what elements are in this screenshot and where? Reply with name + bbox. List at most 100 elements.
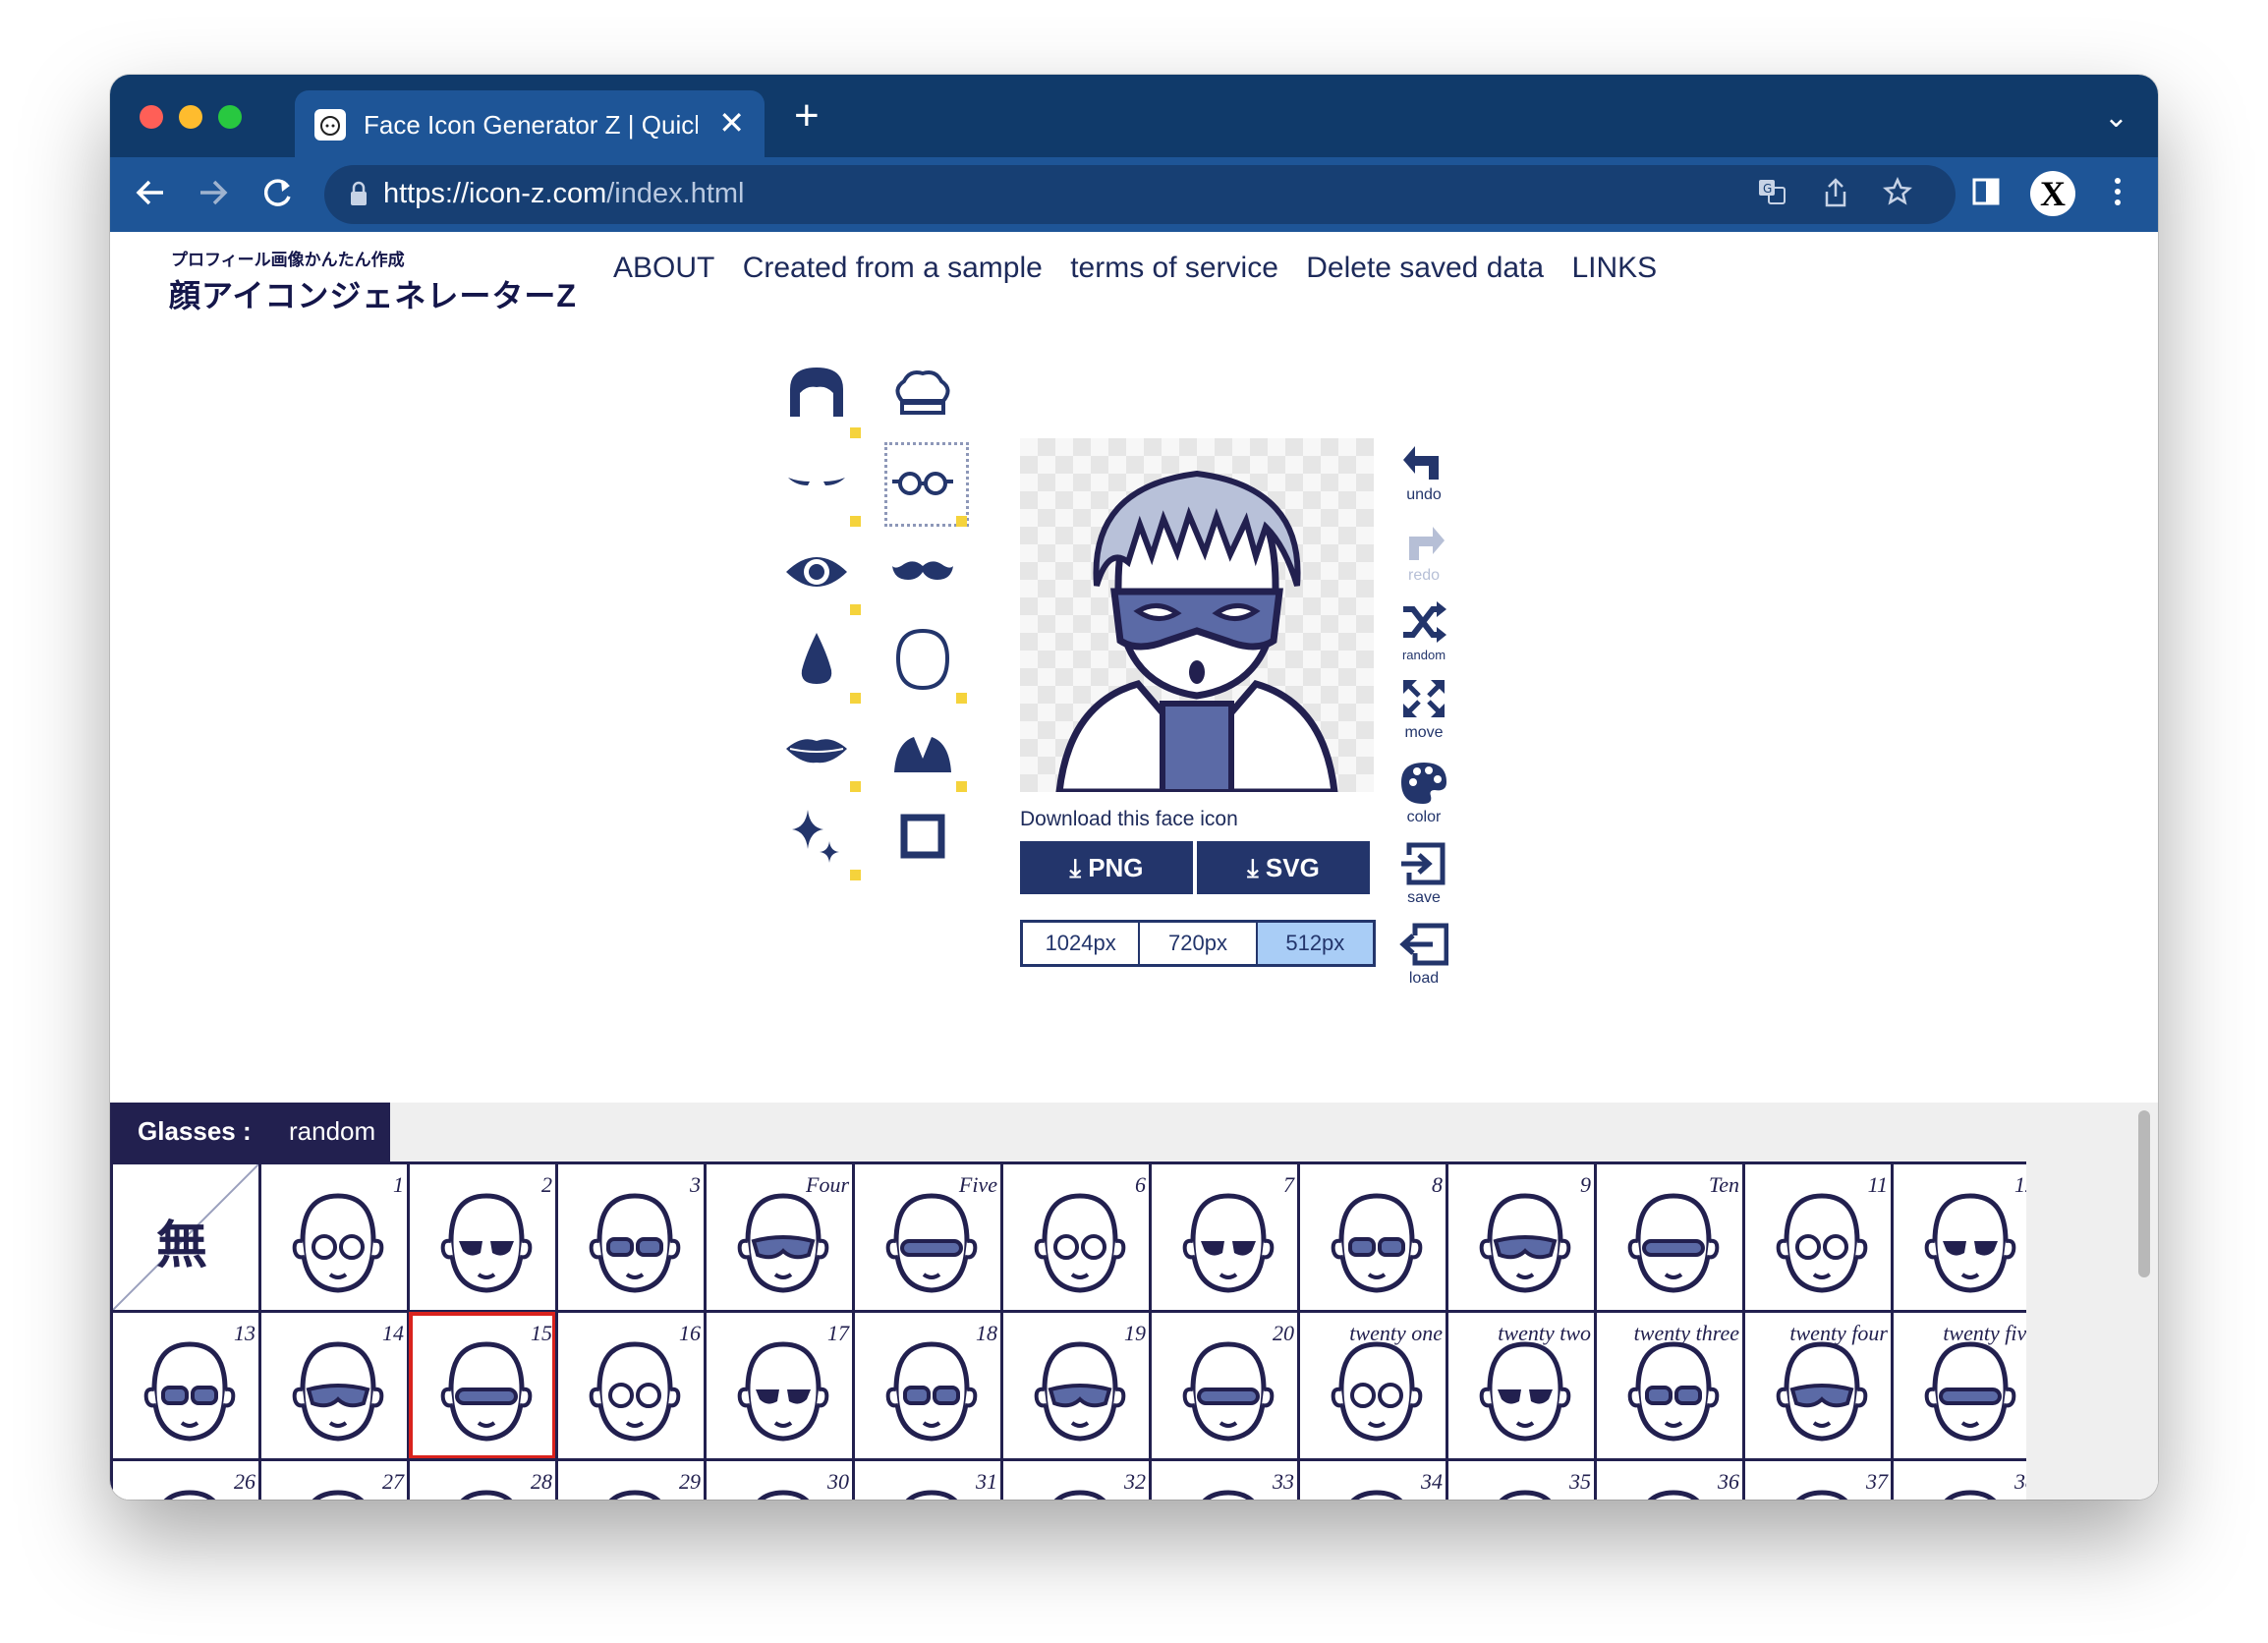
- nav-about[interactable]: ABOUT: [613, 252, 714, 284]
- glasses-option[interactable]: twenty two: [1446, 1310, 1597, 1461]
- color-button[interactable]: color: [1389, 761, 1458, 826]
- face-preview-image: [1055, 470, 1338, 796]
- browser-tab-active[interactable]: Face Icon Generator Z | Quickly ✕: [295, 90, 765, 157]
- glasses-option[interactable]: 28: [407, 1458, 558, 1500]
- part-hair-icon[interactable]: [782, 360, 861, 438]
- glasses-option[interactable]: 33: [1149, 1458, 1300, 1500]
- glasses-option[interactable]: 19: [1000, 1310, 1152, 1461]
- load-button[interactable]: load: [1389, 922, 1458, 988]
- glasses-option[interactable]: 12: [1891, 1161, 2026, 1313]
- glasses-option[interactable]: 37: [1742, 1458, 1894, 1500]
- glasses-option[interactable]: 30: [704, 1458, 855, 1500]
- zoom-window-button[interactable]: [218, 105, 242, 129]
- category-random-button[interactable]: random: [289, 1116, 375, 1147]
- glasses-option[interactable]: Five: [852, 1161, 1003, 1313]
- glasses-option[interactable]: 36: [1594, 1458, 1745, 1500]
- palette-icon: [1401, 763, 1446, 804]
- glasses-option[interactable]: 15: [407, 1310, 558, 1461]
- bookmark-star-icon[interactable]: [1882, 176, 1913, 214]
- address-bar[interactable]: https://icon-z.com/index.html G: [324, 165, 1956, 224]
- size-selector: 1024px 720px 512px: [1020, 920, 1376, 967]
- glasses-option[interactable]: 27: [258, 1458, 410, 1500]
- part-eyes-icon[interactable]: [782, 537, 861, 615]
- glasses-option[interactable]: 20: [1149, 1310, 1300, 1461]
- save-icon: [1401, 842, 1446, 885]
- site-logo[interactable]: 顔アイコンジェネレーターZ: [169, 271, 577, 316]
- glasses-option[interactable]: 1: [258, 1161, 410, 1313]
- share-icon[interactable]: [1822, 177, 1849, 216]
- glasses-option[interactable]: 16: [555, 1310, 707, 1461]
- glasses-option[interactable]: 38: [1891, 1458, 2026, 1500]
- glasses-option[interactable]: 6: [1000, 1161, 1152, 1313]
- redo-icon: [1409, 527, 1445, 560]
- glasses-option[interactable]: twenty five: [1891, 1310, 2026, 1461]
- translate-icon[interactable]: G: [1757, 177, 1786, 214]
- move-button[interactable]: move: [1389, 676, 1458, 742]
- new-tab-button[interactable]: +: [794, 94, 820, 138]
- save-button[interactable]: save: [1389, 841, 1458, 907]
- logo-tagline: プロフィール画像かんたん作成: [171, 251, 405, 269]
- part-hat-icon[interactable]: [888, 360, 967, 438]
- part-face-shape-icon[interactable]: [888, 625, 967, 704]
- part-clothes-icon[interactable]: [888, 713, 967, 792]
- redo-button[interactable]: redo: [1389, 519, 1458, 585]
- reload-icon[interactable]: [259, 171, 295, 224]
- part-mouth-icon[interactable]: [782, 713, 861, 792]
- title-bar: Face Icon Generator Z | Quickly ✕ + ⌄: [110, 75, 2158, 157]
- nav-delete-saved[interactable]: Delete saved data: [1306, 252, 1544, 284]
- close-window-button[interactable]: [140, 105, 163, 129]
- part-glasses-icon[interactable]: [884, 442, 969, 527]
- side-panel-icon[interactable]: [1971, 177, 2001, 214]
- forward-arrow-icon[interactable]: [197, 171, 230, 224]
- nav-links[interactable]: LINKS: [1571, 252, 1657, 284]
- none-label: 無: [156, 1218, 208, 1275]
- panel-scrollbar[interactable]: [2136, 1103, 2152, 1500]
- profile-avatar[interactable]: X: [2030, 171, 2075, 216]
- category-label: Glasses :: [138, 1116, 252, 1146]
- glasses-option[interactable]: 31: [852, 1458, 1003, 1500]
- part-background-frame-icon[interactable]: [888, 802, 967, 880]
- size-720-button[interactable]: 720px: [1140, 923, 1258, 964]
- minimize-window-button[interactable]: [179, 105, 202, 129]
- glasses-option[interactable]: 18: [852, 1310, 1003, 1461]
- page-content: プロフィール画像かんたん作成 顔アイコンジェネレーターZ ABOUT Creat…: [110, 232, 2158, 1500]
- random-button[interactable]: random: [1389, 599, 1458, 662]
- glasses-option[interactable]: twenty three: [1594, 1310, 1745, 1461]
- glasses-option[interactable]: 8: [1297, 1161, 1448, 1313]
- glasses-option[interactable]: 9: [1446, 1161, 1597, 1313]
- glasses-option[interactable]: 35: [1446, 1458, 1597, 1500]
- glasses-option[interactable]: 13: [110, 1310, 261, 1461]
- glasses-option[interactable]: Four: [704, 1161, 855, 1313]
- glasses-option[interactable]: 3: [555, 1161, 707, 1313]
- part-mustache-icon[interactable]: [888, 537, 967, 615]
- nav-terms[interactable]: terms of service: [1070, 252, 1278, 284]
- glasses-option[interactable]: 7: [1149, 1161, 1300, 1313]
- move-arrows-icon: [1403, 680, 1445, 717]
- glasses-option[interactable]: twenty four: [1742, 1310, 1894, 1461]
- part-eyebrows-icon[interactable]: [782, 448, 861, 527]
- tab-close-icon[interactable]: ✕: [718, 104, 745, 142]
- glasses-option[interactable]: 26: [110, 1458, 261, 1500]
- part-effects-sparkle-icon[interactable]: [782, 802, 861, 880]
- nav-created-from-sample[interactable]: Created from a sample: [743, 252, 1043, 284]
- glasses-option[interactable]: twenty one: [1297, 1310, 1448, 1461]
- glasses-option[interactable]: 34: [1297, 1458, 1448, 1500]
- undo-button[interactable]: undo: [1389, 438, 1458, 504]
- glasses-option[interactable]: 32: [1000, 1458, 1152, 1500]
- part-nose-icon[interactable]: [782, 625, 861, 704]
- download-png-button[interactable]: ⤓ PNG: [1020, 841, 1193, 894]
- glasses-option-none[interactable]: 無: [110, 1161, 261, 1313]
- category-header: Glasses : random: [110, 1103, 390, 1161]
- glasses-option[interactable]: 17: [704, 1310, 855, 1461]
- glasses-option[interactable]: 2: [407, 1161, 558, 1313]
- glasses-option[interactable]: 11: [1742, 1161, 1894, 1313]
- glasses-option[interactable]: 29: [555, 1458, 707, 1500]
- size-1024-button[interactable]: 1024px: [1023, 923, 1141, 964]
- size-512-button[interactable]: 512px: [1257, 923, 1373, 964]
- glasses-option[interactable]: Ten: [1594, 1161, 1745, 1313]
- glasses-option[interactable]: 14: [258, 1310, 410, 1461]
- download-svg-button[interactable]: ⤓ SVG: [1197, 841, 1370, 894]
- tab-search-chevron-icon[interactable]: ⌄: [2104, 100, 2128, 135]
- kebab-menu-icon[interactable]: [2113, 175, 2123, 216]
- back-arrow-icon[interactable]: [134, 171, 167, 224]
